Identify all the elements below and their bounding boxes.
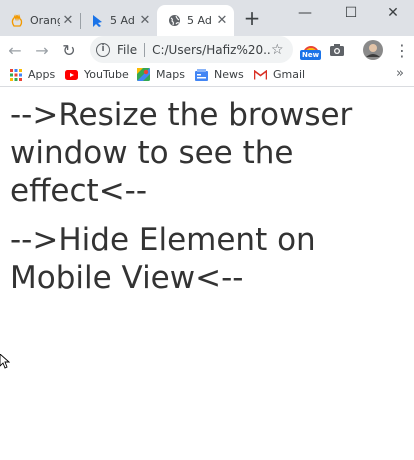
close-icon[interactable]: ✕ [137,13,153,28]
bookmark-news[interactable]: News [195,63,244,86]
maximize-button[interactable]: ☐ [328,0,374,26]
camera-icon [330,44,344,56]
tab-orange[interactable]: Orang ✕ [0,5,80,36]
tab-5-ad-active[interactable]: 5 Ad ✕ [157,5,234,36]
tab-title: 5 Ad [187,14,212,27]
avatar [363,40,383,60]
bookmark-star-icon[interactable]: ☆ [271,42,289,58]
new-tab-button[interactable]: + [242,8,262,28]
bookmark-maps[interactable]: Maps [137,63,185,86]
bookmark-label: YouTube [84,68,129,81]
maps-icon [137,68,150,81]
forward-button[interactable]: → [30,38,54,62]
page-content: -->Resize the browser window to see the … [0,88,414,460]
address-url[interactable]: C:/Users/Hafiz%20... [152,43,271,57]
bookmark-label: News [214,68,244,81]
close-icon[interactable]: ✕ [214,13,230,28]
info-icon[interactable]: i [96,42,110,57]
back-arrow-icon: ← [8,40,22,60]
minimize-button[interactable]: — [282,0,328,26]
menu-button[interactable]: ⋮ [390,38,414,62]
reload-button[interactable]: ↻ [57,38,81,62]
forward-arrow-icon: → [35,40,49,60]
close-icon[interactable]: ✕ [60,13,76,28]
tab-title: 5 Ad [110,14,135,27]
bookmark-youtube[interactable]: YouTube [65,63,129,86]
bookmark-label: Maps [156,68,185,81]
tab-5-ad-1[interactable]: 5 Ad ✕ [80,5,157,36]
apps-grid-icon [9,68,22,81]
screenshot-extension-button[interactable] [325,38,349,62]
globe-icon [167,14,181,28]
browser-toolbar: ← → ↻ i File C:/Users/Hafiz%20... ☆ ⋮ [0,36,414,63]
bookmark-label: Gmail [273,68,306,81]
close-window-button[interactable]: ✕ [370,0,414,26]
bookmarks-bar: Apps YouTube Maps News Gmail » [0,63,414,87]
address-divider [144,42,146,57]
more-bookmarks-icon[interactable]: » [396,66,404,81]
gmail-icon [254,68,267,81]
back-button[interactable]: ← [3,38,27,62]
profile-button[interactable] [361,38,385,62]
youtube-icon [65,68,78,81]
hide-element-heading: -->Hide Element on Mobile View<-- [10,222,316,296]
bookmark-gmail[interactable]: Gmail [254,63,305,86]
address-scheme-label: File [117,42,138,57]
address-bar[interactable]: i File C:/Users/Hafiz%20... ☆ [90,36,293,63]
blue-cursor-icon [90,14,104,28]
more-vert-icon: ⋮ [394,40,410,60]
bookmark-label: Apps [28,68,56,81]
reload-icon: ↻ [62,40,76,60]
orange-hand-icon [10,14,24,28]
tab-strip: Orang ✕ 5 Ad ✕ 5 Ad ✕ + — ☐ ✕ [0,0,414,36]
tab-title: Orang [30,14,60,27]
new-badge: New [300,50,322,60]
bookmark-apps[interactable]: Apps [9,63,55,86]
resize-heading: -->Resize the browser window to see the … [10,97,353,209]
news-icon [195,68,208,81]
mouse-pointer-icon [0,354,10,369]
